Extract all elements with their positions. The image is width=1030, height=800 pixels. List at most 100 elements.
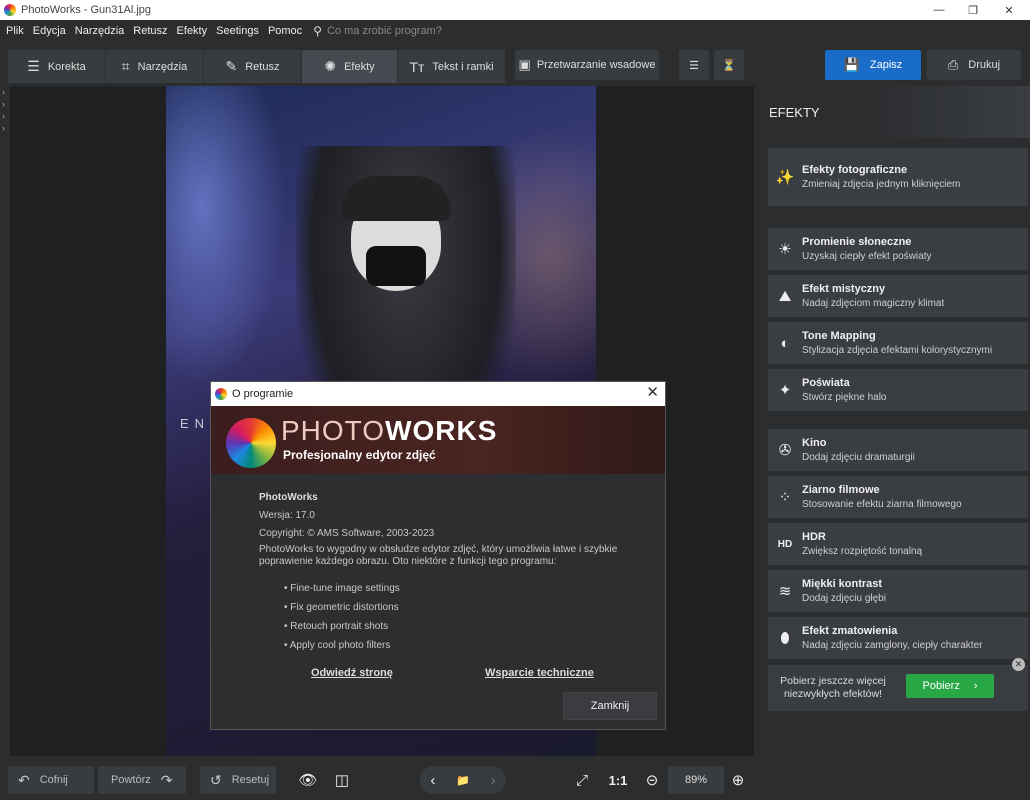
effect-name: Poświata [802, 377, 850, 389]
effect-item[interactable]: ⁘ Ziarno filmowe Stosowanie efektu ziarna… [768, 476, 1028, 518]
effect-name: Efekt mistyczny [802, 283, 886, 295]
eye-icon[interactable]: 👁 [296, 766, 320, 794]
version-text: Wersja: 17.0 [259, 510, 315, 521]
compare-icon[interactable]: ◫ [330, 766, 354, 794]
menu-settings[interactable]: Seetings [216, 25, 259, 37]
maximize-button[interactable]: ❐ [956, 0, 990, 20]
chevron-right-icon[interactable]: › [0, 86, 10, 98]
chevron-right-icon[interactable]: › [491, 772, 496, 789]
dialog-banner: PHOTOWORKS Profesjonalny edytor zdjęć [211, 406, 665, 474]
visit-website-link[interactable]: Odwiedź stronę [311, 667, 393, 679]
magic-wand-icon: ✨ [775, 169, 795, 186]
menu-narzedzia[interactable]: Narzędzia [75, 25, 125, 37]
close-dialog-button[interactable]: Zamknij [563, 692, 657, 720]
effect-desc: Nadaj zdjęciu zamglony, ciepły charakter [802, 640, 983, 651]
chevron-right-icon[interactable]: › [0, 122, 10, 134]
about-dialog: O programie ✕ PHOTOWORKS Profesjonalny e… [210, 381, 666, 730]
effect-desc: Dodaj zdjęciu głębi [802, 593, 886, 604]
effect-name: Ziarno filmowe [802, 484, 880, 496]
menu-plik[interactable]: Plik [6, 25, 24, 37]
feature-item: • Fine-tune image settings [284, 583, 400, 594]
close-window-button[interactable]: ✕ [992, 0, 1026, 20]
redo-label: Powtórz [111, 774, 151, 786]
effect-item[interactable]: ◐ Tone Mapping Stylizacja zdjęcia efektam… [768, 322, 1028, 364]
search-input[interactable]: Co ma zrobić program? [327, 25, 442, 37]
history-add-button[interactable]: ☰ [679, 50, 709, 80]
effect-desc: Zmieniaj zdjęcia jednym kliknięciem [802, 179, 961, 190]
actual-size-button[interactable]: 1:1 [606, 766, 630, 794]
save-button[interactable]: 💾 Zapisz [825, 50, 921, 80]
glow-icon: ✦ [778, 382, 792, 399]
floppy-icon: 💾 [843, 57, 860, 72]
effect-name: Efekty fotograficzne [802, 164, 908, 176]
download-button[interactable]: Pobierz › [906, 674, 994, 698]
photo-light [166, 86, 286, 386]
effects-panel-header: EFEKTY [756, 86, 1030, 138]
effect-desc: Dodaj zdjęciu dramaturgii [802, 452, 915, 463]
tab-label: Narzędzia [137, 60, 188, 73]
tab-label: Retusz [245, 60, 280, 73]
sun-icon: ☀ [778, 241, 792, 258]
menu-edycja[interactable]: Edycja [33, 25, 66, 37]
history-add-icon: ☰ [689, 59, 699, 72]
undo-icon: ↶ [18, 771, 30, 788]
minimize-button[interactable]: — [922, 0, 956, 20]
tab-tekst-i-ramki[interactable]: Tт Tekst i ramki [398, 50, 506, 83]
sliders-icon: ☰ [27, 58, 40, 74]
effect-item-featured[interactable]: ✨ Efekty fotograficzne Zmieniaj zdjęcia j… [768, 148, 1028, 206]
tab-efekty[interactable]: ✺ Efekty [302, 50, 398, 83]
batch-processing-button[interactable]: ▣ Przetwarzanie wsadowe [515, 50, 659, 80]
undo-button[interactable]: ↶ Cofnij [8, 766, 94, 794]
effect-name: HDR [802, 531, 826, 543]
undo-label: Cofnij [39, 774, 68, 786]
effect-item[interactable]: ☀ Promienie słoneczne Uzyskaj ciepły efek… [768, 228, 1028, 270]
chevron-right-icon[interactable]: › [0, 110, 10, 122]
menu-pomoc[interactable]: Pomoc [268, 25, 302, 37]
drop-icon: ⬮ [780, 629, 790, 647]
history-clock-button[interactable]: ⏳ [714, 50, 744, 80]
reset-button[interactable]: ↺ Resetuj [200, 766, 276, 794]
reset-label: Resetuj [231, 774, 270, 786]
printer-icon: ⎙ [947, 57, 959, 72]
effect-item[interactable]: ⬮ Efekt zmatowienia Nadaj zdjęciu zamglon… [768, 617, 1028, 659]
search-icon[interactable]: ⚲ [313, 24, 322, 38]
effects-panel: EFEKTY ✨ Efekty fotograficzne Zmieniaj zd… [756, 86, 1030, 756]
menu-retusz[interactable]: Retusz [133, 25, 167, 37]
effect-item[interactable]: ✇ Kino Dodaj zdjęciu dramaturgii [768, 429, 1028, 471]
zoom-level[interactable]: 89% [668, 766, 724, 794]
mountain-icon: ⛰ [778, 287, 792, 305]
close-promo-icon[interactable]: ✕ [1012, 658, 1025, 671]
save-label: Zapisz [869, 59, 903, 71]
effect-desc: Stwórz piękne halo [802, 392, 887, 403]
menu-efekty[interactable]: Efekty [177, 25, 208, 37]
tab-retusz[interactable]: ✎ Retusz [204, 50, 302, 83]
file-navigator: ‹ 📁 › [420, 766, 506, 794]
folder-icon[interactable]: 📁 [456, 774, 470, 787]
brush-icon: ✎ [225, 58, 238, 74]
brand-name: PHOTOWORKS [281, 415, 498, 446]
tab-narzedzia[interactable]: ⌗ Narzędzia [106, 50, 204, 83]
main-toolbar: ☰ Korekta ⌗ Narzędzia ✎ Retusz ✺ Efekty … [0, 42, 1030, 86]
zoom-in-icon[interactable]: ⊕ [728, 766, 748, 794]
effect-desc: Nadaj zdjęciom magiczny klimat [802, 298, 945, 309]
print-button[interactable]: ⎙ Drukuj [927, 50, 1021, 80]
product-name: PhotoWorks [259, 492, 318, 503]
photoworks-logo-icon [226, 418, 276, 468]
fit-screen-icon[interactable]: ⤢ [570, 766, 594, 794]
effect-desc: Zwiększ rozpiętość tonalną [802, 546, 923, 557]
zoom-out-icon[interactable]: ⊝ [642, 766, 662, 794]
chevron-left-icon[interactable]: ‹ [430, 772, 435, 789]
effect-item[interactable]: ⛰ Efekt mistyczny Nadaj zdjęciom magiczny… [768, 275, 1028, 317]
effect-item[interactable]: HD HDR Zwiększ rozpiętość tonalną [768, 523, 1028, 565]
tab-label: Tekst i ramki [432, 60, 494, 73]
redo-button[interactable]: Powtórz ↷ [98, 766, 186, 794]
chevron-right-icon[interactable]: › [0, 98, 10, 110]
effect-item[interactable]: ≋ Miękki kontrast Dodaj zdjęciu głębi [768, 570, 1028, 612]
tab-korekta[interactable]: ☰ Korekta [8, 50, 106, 83]
dialog-title: O programie [232, 388, 294, 400]
close-icon[interactable]: ✕ [646, 383, 659, 401]
effect-item[interactable]: ✦ Poświata Stwórz piękne halo [768, 369, 1028, 411]
tech-support-link[interactable]: Wsparcie techniczne [485, 667, 594, 679]
left-collapse-strip: › › › › [0, 86, 10, 756]
effect-desc: Stylizacja zdjęcia efektami kolorystyczn… [802, 345, 993, 356]
